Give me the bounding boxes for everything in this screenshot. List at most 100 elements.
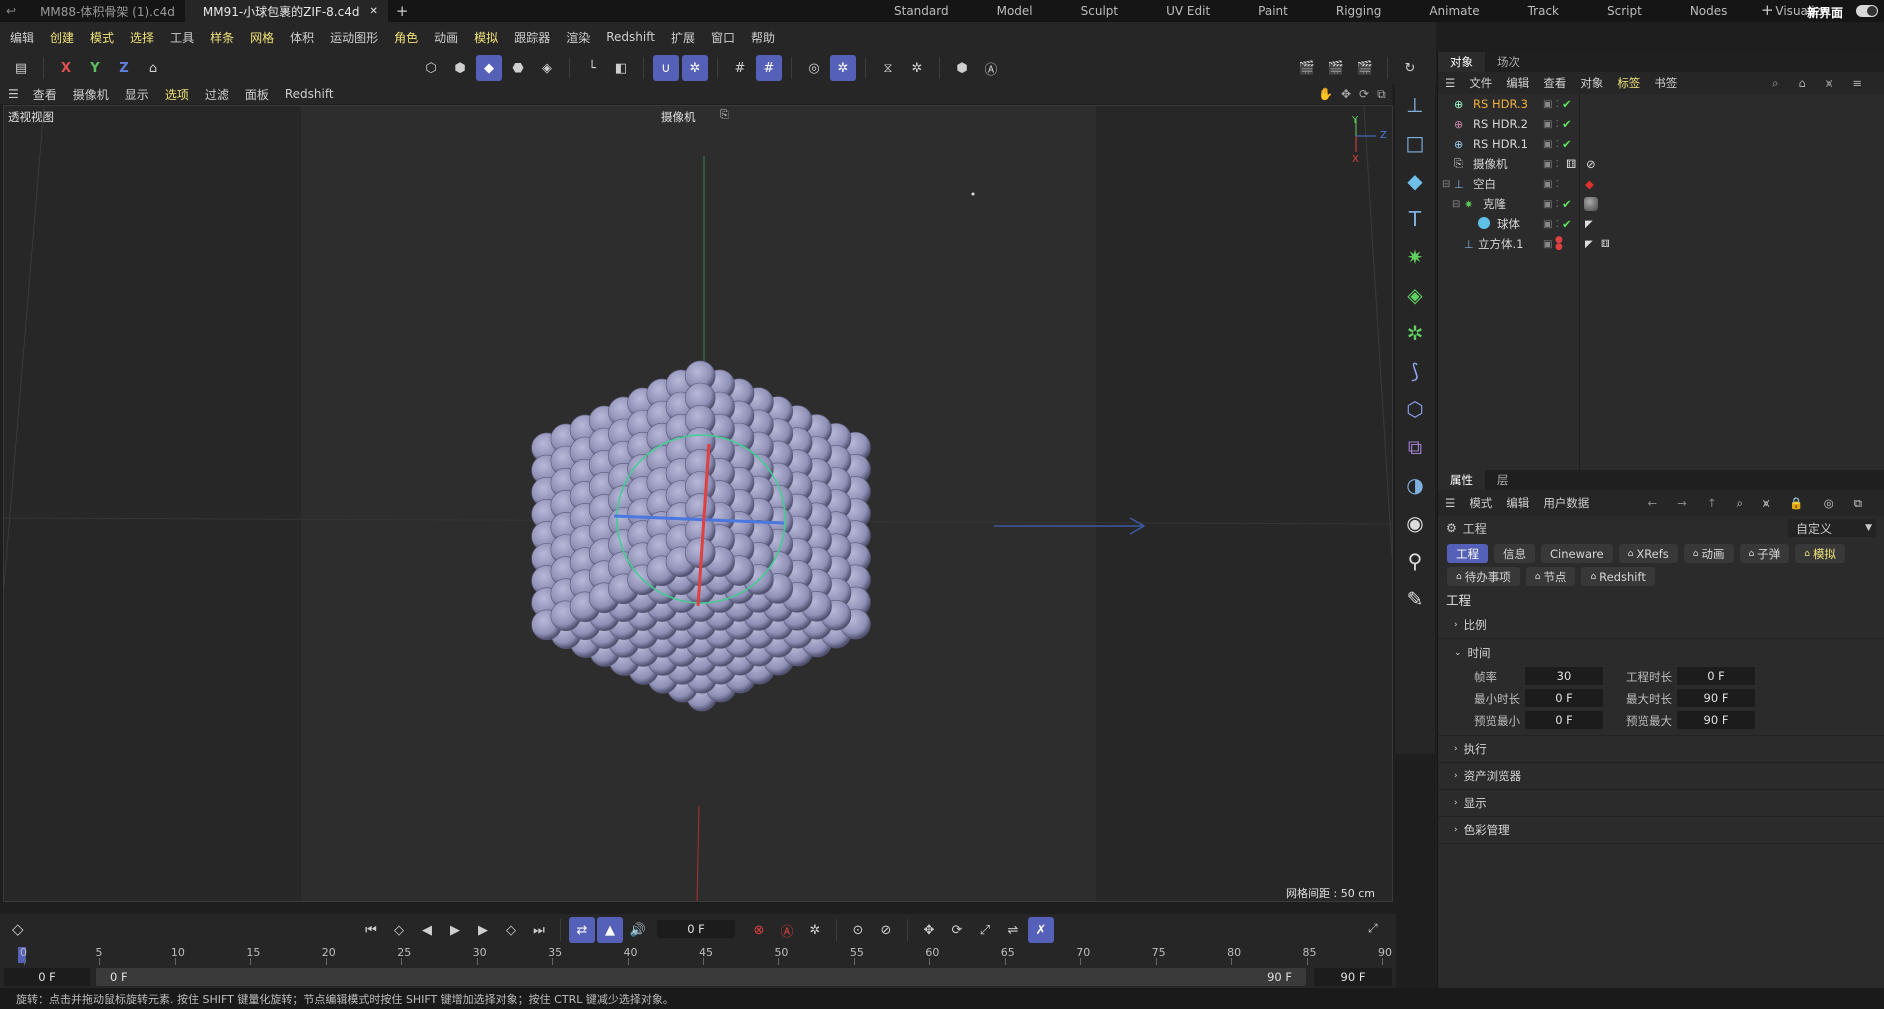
menu-tools[interactable]: 工具 [162, 22, 202, 52]
object-row[interactable]: 球体 ▣ ⁚ ✔ ◤ [1438, 214, 1884, 234]
section-execution[interactable]: › 执行 [1438, 736, 1884, 763]
attr-tab-redshift[interactable]: ⌂ Redshift [1581, 567, 1655, 586]
z-axis-lock-button[interactable]: Z [111, 55, 137, 81]
deformer-icon[interactable]: ⟆ [1395, 352, 1435, 390]
add-layout-button[interactable]: + [1761, 1, 1774, 19]
text-icon[interactable]: T [1395, 200, 1435, 238]
collapse-icon[interactable]: ⊟ [1452, 199, 1460, 210]
prev-frame-icon[interactable]: ◀ [414, 917, 440, 943]
menu-mesh[interactable]: 网格 [242, 22, 282, 52]
render-settings-icon[interactable]: 🎬 [1352, 55, 1378, 81]
search-icon[interactable]: ⌕ [1765, 76, 1785, 91]
move-view-icon[interactable]: ✥ [1341, 87, 1351, 101]
phong-tag-icon[interactable]: ◤ [1585, 239, 1593, 250]
polygons-mode-icon[interactable]: ⬣ [505, 55, 531, 81]
visibility-icon[interactable]: ▣ ⁚ [1543, 199, 1559, 210]
fps-mode-icon[interactable]: ▲ [597, 917, 623, 943]
am-menu-user-data[interactable]: 用户数据 [1536, 495, 1596, 511]
refresh-icon[interactable]: ↻ [1397, 55, 1423, 81]
menu-edit[interactable]: 编辑 [2, 22, 42, 52]
attr-tab-xrefs[interactable]: ⌂ XRefs [1618, 544, 1678, 563]
target-icon[interactable]: ◎ [1817, 496, 1841, 510]
layout-uv-edit[interactable]: UV Edit [1142, 0, 1234, 22]
layout-rigging[interactable]: Rigging [1312, 0, 1405, 22]
section-display[interactable]: › 显示 [1438, 790, 1884, 817]
attr-tab-simulation[interactable]: ⌂ 模拟 [1795, 544, 1845, 563]
search-icon[interactable]: ⌕ [1729, 496, 1749, 511]
generator-icon[interactable]: ✲ [1395, 314, 1435, 352]
forward-arrow-icon[interactable]: → [1670, 496, 1694, 510]
key-rotate-icon[interactable]: ⟳ [944, 917, 970, 943]
layout-script[interactable]: Script [1583, 0, 1666, 22]
menu-icon[interactable]: ☰ [1438, 76, 1462, 90]
max-time-field[interactable]: 90 F [1677, 689, 1755, 707]
object-row[interactable]: ⊥ 立方体.1 ▣ ● ● ◤ ⚅ [1438, 234, 1884, 254]
enabled-check-icon[interactable]: ✔ [1562, 97, 1572, 111]
menu-animate[interactable]: 动画 [426, 22, 466, 52]
soft-selection-icon[interactable]: ◎ [801, 55, 827, 81]
model-mode-icon[interactable]: ◆ [476, 55, 502, 81]
sound-icon[interactable]: 🔊 [625, 917, 651, 943]
layout-animate[interactable]: Animate [1405, 0, 1503, 22]
section-scale[interactable]: › 比例 [1438, 612, 1884, 639]
preview-max-field[interactable]: 90 F [1677, 711, 1755, 729]
goto-start-icon[interactable]: ⏮ [358, 917, 384, 943]
perspective-viewport[interactable]: 透视视图 摄像机 ⎘ 网格间距 : 50 cm Y Z X [3, 105, 1393, 902]
snap-settings-icon[interactable]: ✲ [682, 55, 708, 81]
range-slider[interactable]: 0 F 90 F [96, 968, 1306, 986]
object-row[interactable]: ⊕ RS HDR.2 ▣ ⁚ ✔ [1438, 114, 1884, 134]
layout-sculpt[interactable]: Sculpt [1057, 0, 1142, 22]
keyframe-diamond-icon[interactable]: ◇ [12, 920, 24, 938]
symmetry-settings-icon[interactable]: ✲ [904, 55, 930, 81]
material-tag-icon[interactable]: ◆ [1585, 177, 1594, 191]
am-menu-mode[interactable]: 模式 [1462, 495, 1499, 511]
autokey-icon[interactable]: Ⓐ [774, 917, 800, 943]
collapse-icon[interactable]: ↩ [0, 4, 22, 18]
next-key-icon[interactable]: ◇ [498, 917, 524, 943]
key-filter-icon[interactable]: ⊘ [873, 917, 899, 943]
visibility-icon[interactable]: ▣ ⁚ [1543, 179, 1559, 190]
am-menu-edit[interactable]: 编辑 [1499, 495, 1536, 511]
fps-field[interactable]: 30 [1525, 667, 1603, 685]
camera-object-icon[interactable]: ◉ [1395, 504, 1435, 542]
menu-window[interactable]: 窗口 [703, 22, 743, 52]
tab-objects[interactable]: 对象 [1438, 52, 1485, 72]
object-row[interactable]: ⊕ RS HDR.3 ▣ ⁚ ✔ [1438, 94, 1884, 114]
object-row[interactable]: ⊕ RS HDR.1 ▣ ⁚ ✔ [1438, 134, 1884, 154]
render-off-icon[interactable]: ● ● [1555, 236, 1563, 252]
up-arrow-icon[interactable]: ↑ [1700, 496, 1724, 510]
menu-render[interactable]: 渲染 [558, 22, 598, 52]
new-window-icon[interactable]: ⧉ [1847, 496, 1869, 511]
layout-paint[interactable]: Paint [1234, 0, 1312, 22]
visibility-icon[interactable]: ▣ ⁚ [1543, 119, 1559, 130]
section-color-management[interactable]: › 色彩管理 [1438, 817, 1884, 844]
enabled-check-icon[interactable]: ✔ [1562, 117, 1572, 131]
viewport-menu-view[interactable]: 查看 [25, 86, 65, 103]
visibility-icon[interactable]: ▣ ⁚ [1543, 99, 1559, 110]
next-frame-icon[interactable]: ▶ [470, 917, 496, 943]
object-row[interactable]: ⊟ ✷ 克隆 ▣ ⁚ ✔ [1438, 194, 1884, 214]
tab-takes[interactable]: 场次 [1485, 52, 1532, 72]
home-icon[interactable]: ⌂ [1792, 76, 1813, 90]
om-menu-view[interactable]: 查看 [1536, 75, 1573, 91]
goto-end-icon[interactable]: ⏭ [526, 917, 552, 943]
menu-simulate[interactable]: 模拟 [466, 22, 506, 52]
object-row[interactable]: ⊟ ⊥ 空白 ▣ ⁚ ◆ [1438, 174, 1884, 194]
range-start-field[interactable]: 0 F [4, 968, 90, 986]
rotate-view-icon[interactable]: ⟳ [1359, 87, 1369, 101]
edges-mode-icon[interactable]: ⬢ [447, 55, 473, 81]
attr-tab-todo[interactable]: ⌂ 待办事项 [1447, 567, 1520, 586]
prev-key-icon[interactable]: ◇ [386, 917, 412, 943]
collapse-icon[interactable]: ⊟ [1442, 179, 1450, 190]
mograph-effector-icon[interactable]: ◈ [1395, 276, 1435, 314]
key-lock-icon[interactable]: ⊙ [845, 917, 871, 943]
range-end-field[interactable]: 90 F [1314, 968, 1392, 986]
symmetry-icon[interactable]: ⧖ [875, 55, 901, 81]
viewport-menu-camera[interactable]: 摄像机 [65, 86, 117, 103]
camera-tag-icon[interactable]: ⚅ [1566, 157, 1576, 171]
visibility-icon[interactable]: ▣ ⁚ [1543, 139, 1559, 150]
close-tab-icon[interactable]: ✕ [369, 6, 377, 17]
mograph-cloner-icon[interactable]: ✷ [1395, 238, 1435, 276]
section-asset-browser[interactable]: › 资产浏览器 [1438, 763, 1884, 790]
texture-tag-icon[interactable]: ⚅ [1601, 239, 1610, 250]
